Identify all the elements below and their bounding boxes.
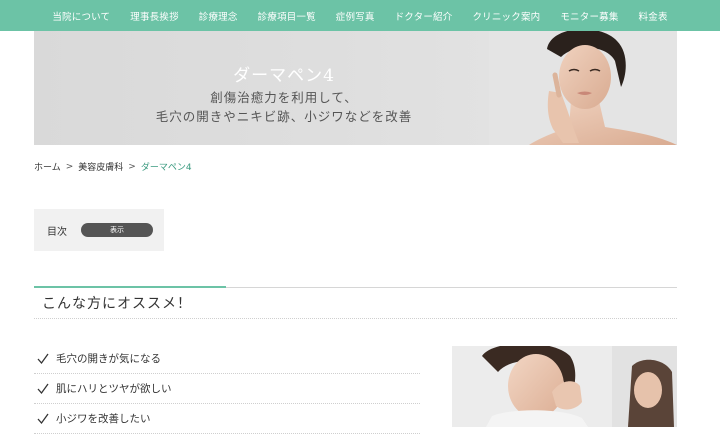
checkmark-icon: [37, 413, 49, 424]
nav-item-price[interactable]: 料金表: [629, 9, 678, 23]
breadcrumb-category[interactable]: 美容皮膚科: [78, 160, 123, 173]
section-divider: [226, 287, 677, 288]
nav-item-philosophy[interactable]: 診療理念: [189, 9, 248, 23]
nav-item-monitor[interactable]: モニター募集: [550, 9, 628, 23]
hero-model-photo: [489, 31, 677, 145]
global-nav: 当院について 理事長挨拶 診療理念 診療項目一覧 症例写真 ドクター紹介 クリニ…: [0, 0, 720, 31]
nav-item-cases[interactable]: 症例写真: [326, 9, 385, 23]
checkmark-icon: [37, 383, 49, 394]
hero-subtitle-line1: 創傷治癒力を利用して、: [210, 90, 358, 105]
hero-subtitle-line2: 毛穴の開きやニキビ跡、小ジワなどを改善: [155, 109, 413, 124]
nav-item-greeting[interactable]: 理事長挨拶: [120, 9, 189, 23]
list-item: 毛穴の開きが気になる: [34, 344, 420, 374]
skin-concern-photo: [452, 346, 677, 427]
nav-item-treatments[interactable]: 診療項目一覧: [248, 9, 326, 23]
breadcrumb-separator: >: [65, 161, 74, 172]
breadcrumb-current: ダーマペン4: [140, 163, 192, 173]
list-item-label: 肌にハリとツヤが欲しい: [56, 383, 172, 395]
section-accent-line: [34, 286, 226, 288]
section-dotted-divider: [34, 318, 677, 319]
nav-item-doctor[interactable]: ドクター紹介: [385, 9, 463, 23]
list-item-label: 小ジワを改善したい: [56, 413, 151, 425]
list-item: 肌にハリとツヤが欲しい: [34, 374, 420, 404]
hero-banner: ダーマペン4 創傷治癒力を利用して、 毛穴の開きやニキビ跡、小ジワなどを改善: [34, 31, 677, 145]
list-item: 小ジワを改善したい: [34, 404, 420, 434]
breadcrumb-home[interactable]: ホーム: [34, 160, 61, 173]
table-of-contents: 目次 表示: [34, 209, 164, 251]
toc-toggle-button[interactable]: 表示: [81, 223, 153, 237]
breadcrumb-separator: >: [128, 161, 136, 172]
nav-item-clinic[interactable]: クリニック案内: [462, 9, 550, 23]
list-item-label: 毛穴の開きが気になる: [56, 353, 161, 365]
hero-title: ダーマペン4: [233, 66, 335, 86]
nav-item-about[interactable]: 当院について: [42, 9, 120, 23]
toc-label: 目次: [47, 226, 67, 238]
checkmark-icon: [37, 353, 49, 364]
breadcrumb: ホーム > 美容皮膚科 > ダーマペン4: [34, 160, 192, 174]
recommend-list: 毛穴の開きが気になる 肌にハリとツヤが欲しい 小ジワを改善したい: [34, 344, 420, 434]
section-heading: こんな方にオススメ！: [42, 296, 192, 312]
